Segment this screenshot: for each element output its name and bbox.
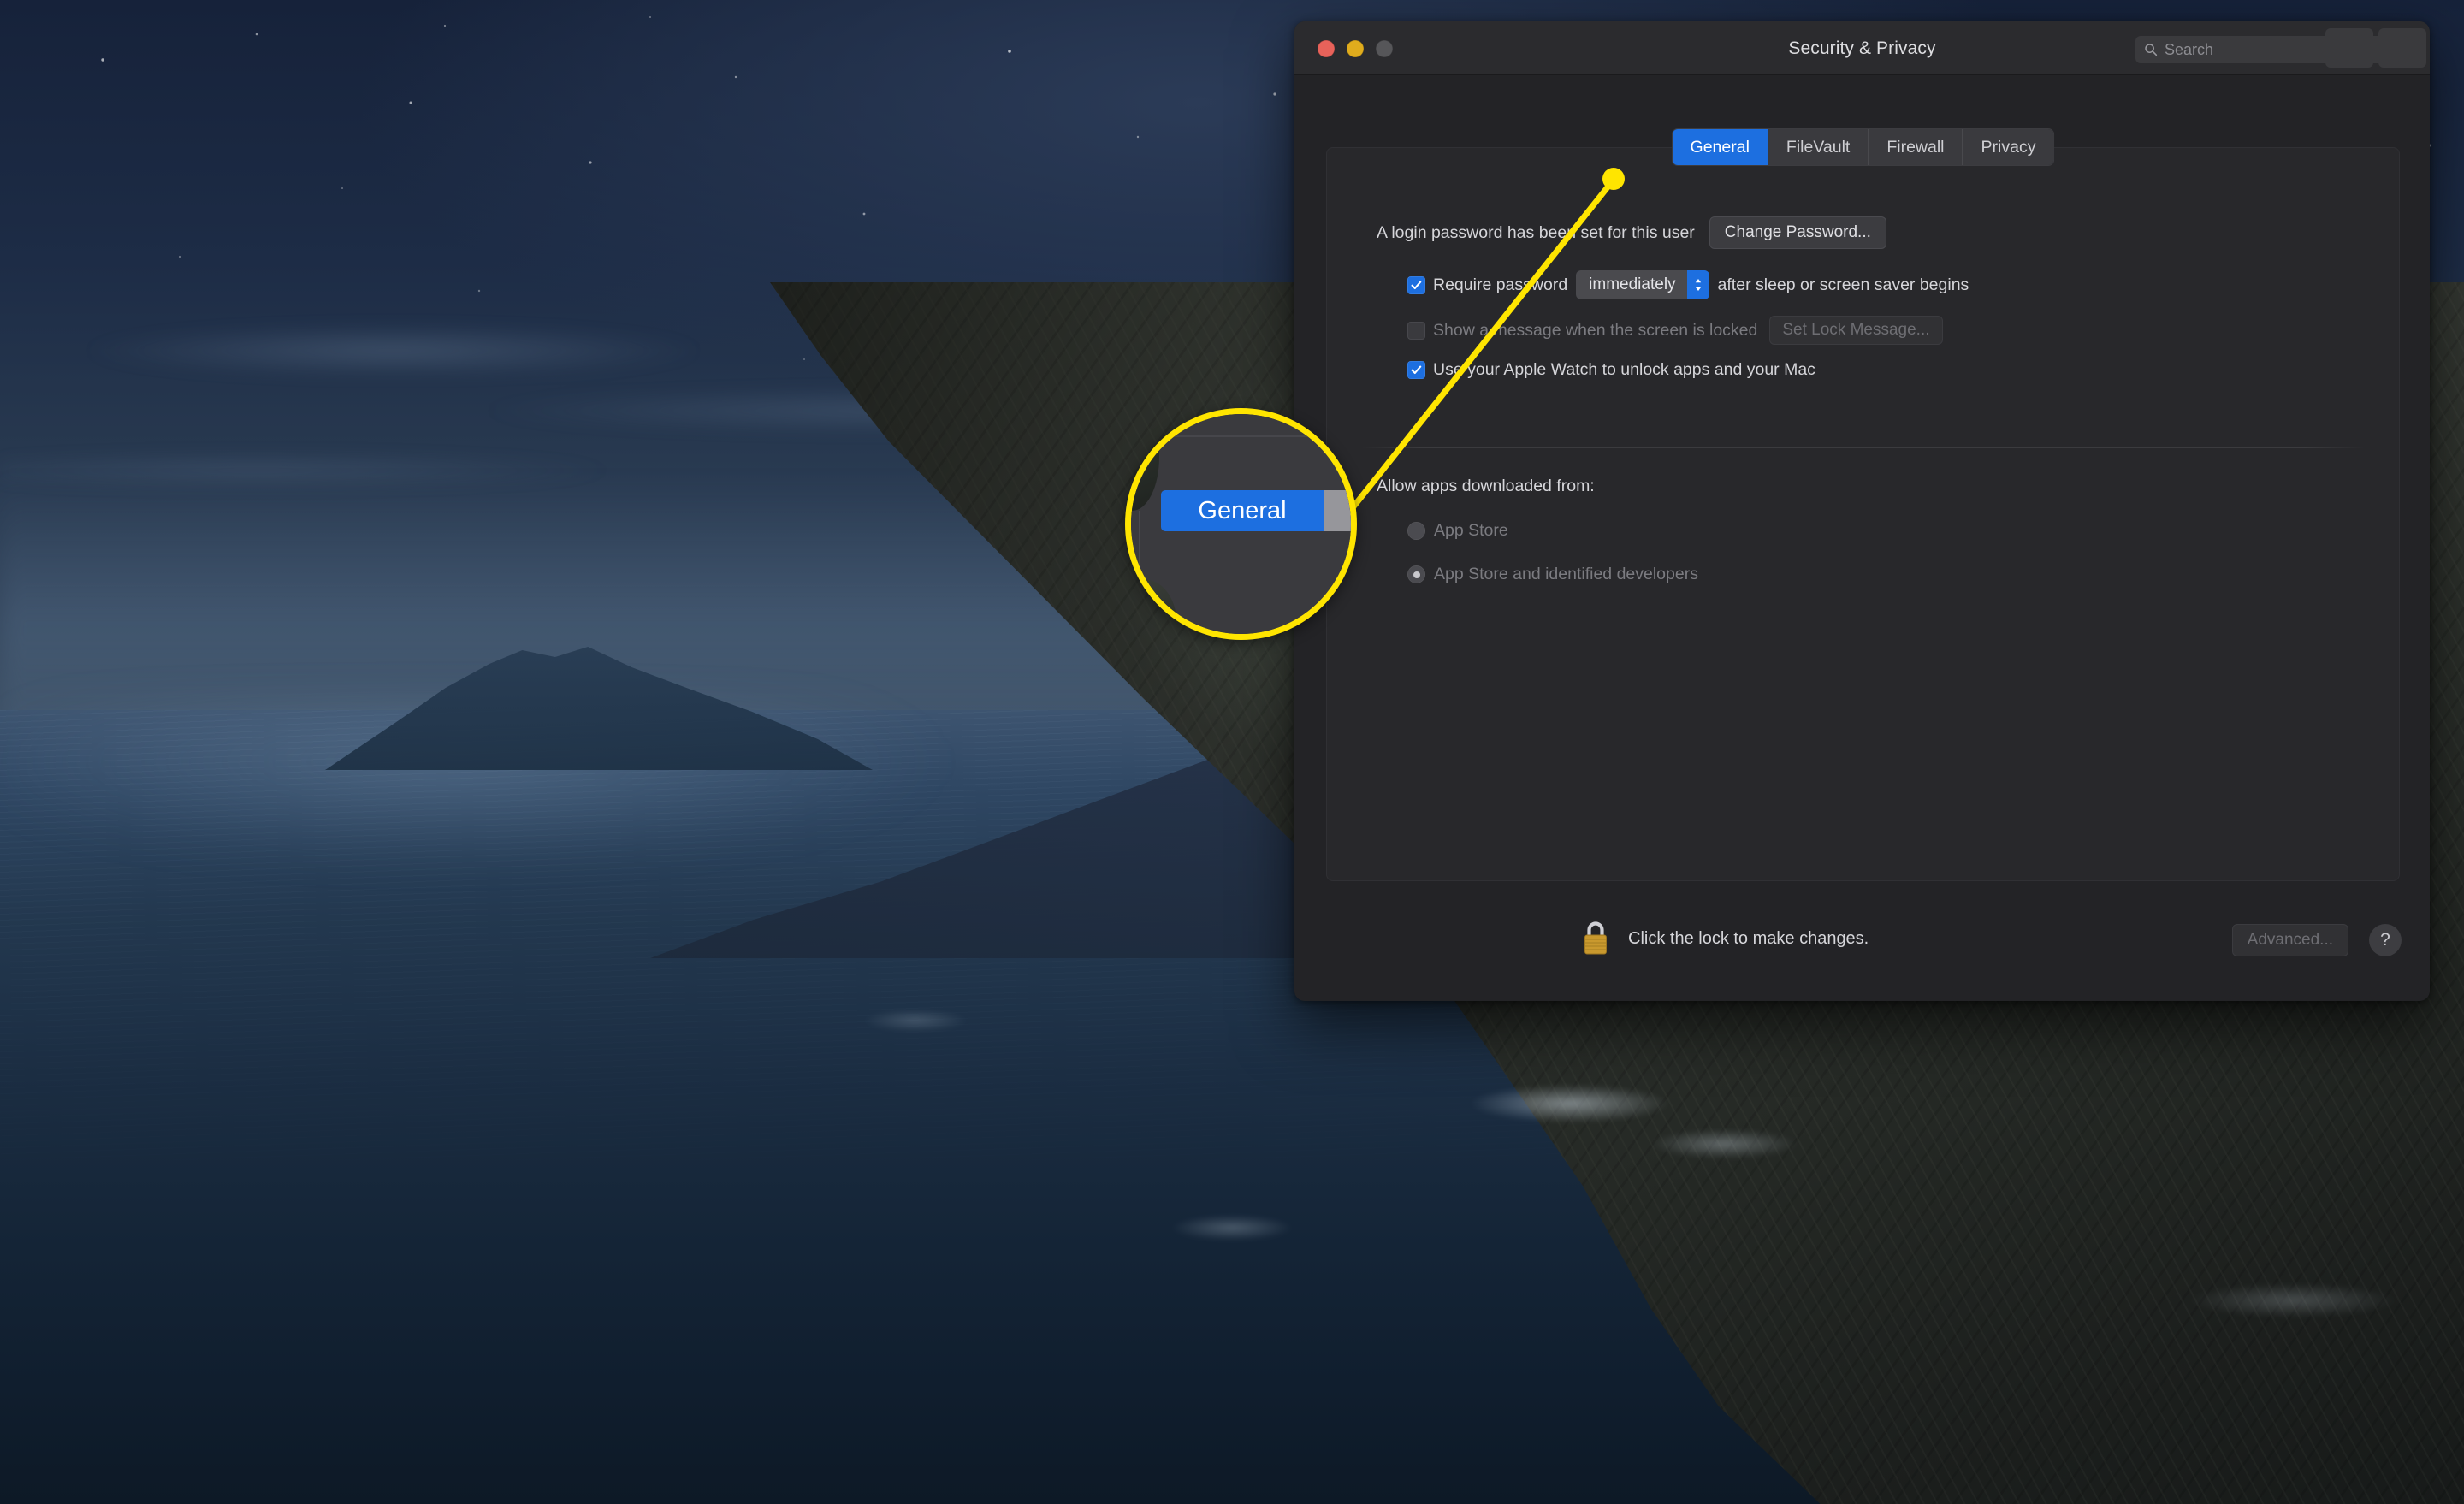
wallpaper-surf-1 (1472, 1085, 1668, 1122)
tab-firewall[interactable]: Firewall (1869, 129, 1964, 165)
require-password-delay-popup[interactable]: immediately (1576, 270, 1709, 299)
apple-watch-label: Use your Apple Watch to unlock apps and … (1433, 360, 1815, 379)
search-icon (2145, 44, 2158, 56)
login-password-status-text: A login password has been set for this u… (1377, 222, 1695, 242)
checkmark-icon (1411, 365, 1422, 375)
search-placeholder: Search (2165, 40, 2214, 58)
magnifier-bg-rock-lower (1131, 579, 1176, 634)
chevron-up-down-icon (1695, 279, 1701, 291)
apple-watch-checkbox[interactable] (1407, 361, 1425, 379)
padlock-closed-icon[interactable] (1581, 918, 1610, 956)
show-lock-message-row: Show a message when the screen is locked… (1407, 316, 1943, 345)
require-password-delay-value: immediately (1589, 275, 1676, 293)
advanced-button: Advanced... (2231, 924, 2348, 956)
show-lock-message-label: Show a message when the screen is locked (1433, 320, 1758, 340)
magnifier-window-edge (1139, 511, 1140, 634)
change-password-button[interactable]: Change Password... (1709, 216, 1886, 249)
radio-identified-developers-label: App Store and identified developers (1434, 565, 1698, 583)
radio-app-store-label: App Store (1434, 521, 1508, 540)
popup-stepper-arrows (1686, 270, 1709, 299)
magnifier-panel-top-edge (1154, 435, 1351, 444)
section-divider (1361, 447, 2365, 448)
preference-tab-bar: General FileVault Firewall Privacy (1672, 129, 2054, 165)
require-password-checkbox[interactable] (1407, 275, 1425, 294)
radio-app-store (1407, 522, 1425, 540)
require-password-suffix-label: after sleep or screen saver begins (1717, 275, 1969, 294)
tab-general[interactable]: General (1672, 129, 1768, 165)
security-privacy-window: Security & Privacy Search General FileVa… (1294, 21, 2430, 1001)
magnifier-contents: General (1131, 414, 1351, 634)
general-pane: General FileVault Firewall Privacy A log… (1326, 129, 2400, 881)
search-field[interactable]: Search (2135, 36, 2409, 63)
require-password-row: Require password immediately after sleep… (1407, 270, 1969, 299)
allow-apps-heading: Allow apps downloaded from: (1377, 477, 1595, 495)
login-password-row: A login password has been set for this u… (1377, 216, 1886, 249)
require-password-label: Require password (1433, 275, 1568, 294)
tab-filevault[interactable]: FileVault (1768, 129, 1869, 165)
wallpaper-surf-5 (864, 1010, 967, 1032)
help-button[interactable]: ? (2369, 924, 2402, 956)
wallpaper-surf-3 (1172, 1215, 1292, 1241)
allow-apps-heading-row: Allow apps downloaded from: (1377, 477, 1595, 496)
tab-privacy[interactable]: Privacy (1963, 129, 2054, 165)
allow-apps-option-identified-developers: App Store and identified developers (1407, 565, 1698, 584)
checkmark-icon (1411, 281, 1422, 289)
set-lock-message-button: Set Lock Message... (1769, 316, 1943, 345)
magnifier-callout: General (1125, 408, 1357, 640)
magnified-general-tab: General (1161, 490, 1324, 531)
lock-status-text: Click the lock to make changes. (1628, 929, 1869, 948)
show-lock-message-checkbox (1407, 321, 1425, 340)
wallpaper-surf-2 (1651, 1129, 1797, 1158)
radio-app-store-and-identified-developers (1407, 565, 1425, 583)
apple-watch-row: Use your Apple Watch to unlock apps and … (1407, 360, 1815, 380)
wallpaper-surf-4 (2190, 1283, 2396, 1317)
allow-apps-option-app-store: App Store (1407, 521, 1508, 541)
window-titlebar: Security & Privacy Search (1294, 21, 2430, 75)
magnifier-adjacent-tab (1324, 490, 1351, 531)
